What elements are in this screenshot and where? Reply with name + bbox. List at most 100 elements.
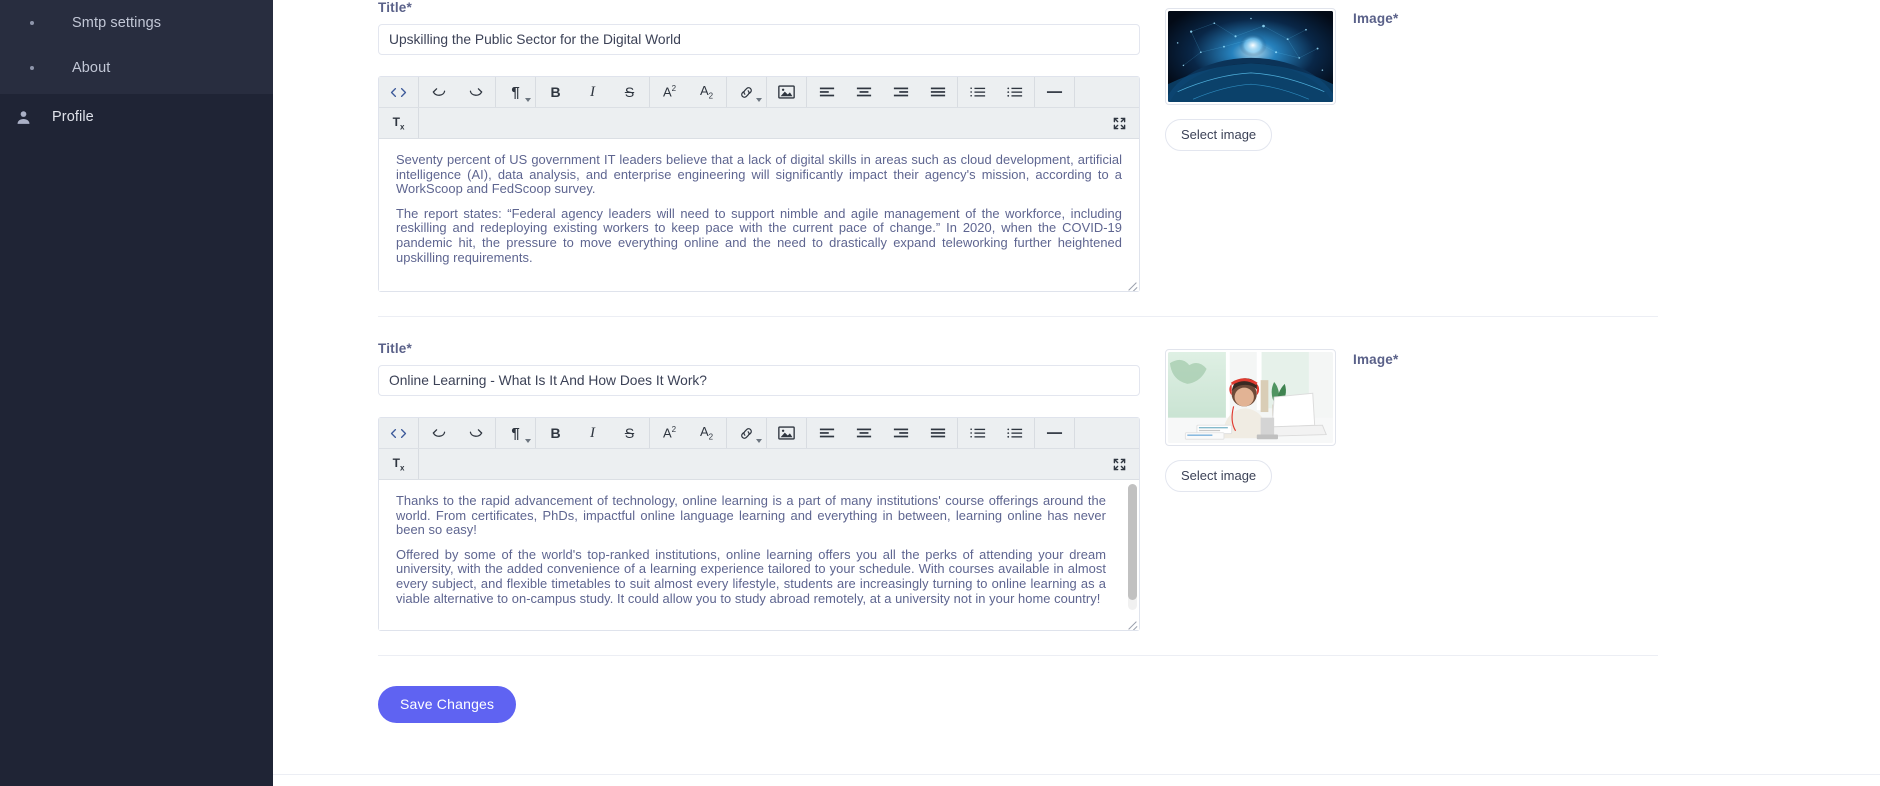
editor-paragraph: The report states: “Federal agency leade… bbox=[396, 205, 1122, 265]
undo-icon[interactable] bbox=[420, 418, 457, 448]
paragraph-format-icon[interactable]: ¶ bbox=[497, 418, 534, 448]
subscript-icon[interactable]: A2 bbox=[688, 77, 725, 107]
title-input[interactable] bbox=[378, 24, 1140, 55]
sidebar-item-label: Smtp settings bbox=[72, 14, 162, 31]
section-divider bbox=[378, 655, 1658, 656]
fullscreen-icon[interactable] bbox=[1099, 108, 1139, 138]
sidebar-item-about[interactable]: About bbox=[0, 45, 273, 90]
toolbar-group-rule bbox=[1035, 418, 1075, 448]
section-divider bbox=[378, 316, 1658, 317]
italic-icon[interactable]: I bbox=[574, 418, 611, 448]
toolbar-group-image bbox=[767, 77, 807, 107]
strikethrough-icon[interactable]: S bbox=[611, 77, 648, 107]
toolbar-group-inline-style: B I S bbox=[536, 77, 650, 107]
toolbar-group-link bbox=[727, 418, 767, 448]
rich-text-editor: ¶ B I S A2 A2 bbox=[378, 417, 1140, 631]
toolbar-group-source bbox=[379, 77, 419, 107]
align-right-icon[interactable] bbox=[882, 77, 919, 107]
bullet-dot-icon bbox=[30, 20, 34, 25]
clear-formatting-icon[interactable]: Tx bbox=[380, 449, 417, 479]
select-image-button[interactable]: Select image bbox=[1165, 460, 1273, 492]
fullscreen-icon[interactable] bbox=[1099, 449, 1139, 479]
editor-paragraph: Offered by some of the world's top-ranke… bbox=[396, 546, 1106, 606]
strikethrough-icon[interactable]: S bbox=[611, 418, 648, 448]
insert-link-icon[interactable] bbox=[728, 418, 765, 448]
align-left-icon[interactable] bbox=[808, 77, 845, 107]
bold-icon[interactable]: B bbox=[537, 77, 574, 107]
editor-content-area[interactable]: Thanks to the rapid advancement of techn… bbox=[379, 480, 1139, 630]
paragraph-format-icon[interactable]: ¶ bbox=[497, 77, 534, 107]
image-thumbnail[interactable] bbox=[1165, 8, 1336, 105]
insert-image-icon[interactable] bbox=[768, 418, 805, 448]
toolbar-group-source bbox=[379, 418, 419, 448]
insert-image-icon[interactable] bbox=[768, 77, 805, 107]
image-preview-block: Select image bbox=[1165, 8, 1341, 151]
superscript-icon[interactable]: A2 bbox=[651, 77, 688, 107]
editor-toolbar-row-1: ¶ B I S A2 A2 bbox=[379, 418, 1139, 449]
bold-icon[interactable]: B bbox=[537, 418, 574, 448]
horizontal-rule-icon[interactable] bbox=[1036, 77, 1073, 107]
image-label: Image* bbox=[1353, 352, 1399, 367]
unordered-list-icon[interactable] bbox=[996, 77, 1033, 107]
sidebar-item-profile[interactable]: Profile bbox=[0, 94, 273, 140]
editor-scrollbar[interactable] bbox=[1128, 484, 1137, 610]
editor-content-area[interactable]: Seventy percent of US government IT lead… bbox=[379, 139, 1139, 291]
redo-icon[interactable] bbox=[457, 77, 494, 107]
unordered-list-icon[interactable] bbox=[996, 418, 1033, 448]
insert-link-icon[interactable] bbox=[728, 77, 765, 107]
toolbar-group-clear: Tx bbox=[379, 108, 419, 138]
editor-scrollbar-thumb[interactable] bbox=[1128, 484, 1137, 600]
redo-icon[interactable] bbox=[457, 418, 494, 448]
align-left-icon[interactable] bbox=[808, 418, 845, 448]
sidebar-submenu: Smtp settings About bbox=[0, 0, 273, 94]
toolbar-group-inline-style: B I S bbox=[536, 418, 650, 448]
image-thumbnail[interactable] bbox=[1165, 349, 1336, 446]
ordered-list-icon[interactable] bbox=[959, 77, 996, 107]
chevron-down-icon bbox=[756, 98, 762, 102]
horizontal-rule-icon[interactable] bbox=[1036, 418, 1073, 448]
select-image-button[interactable]: Select image bbox=[1165, 119, 1273, 151]
align-justify-icon[interactable] bbox=[919, 77, 956, 107]
title-label: Title* bbox=[378, 0, 412, 15]
user-icon bbox=[10, 106, 36, 128]
main-content: Title* Upskilling the Public Sector for … bbox=[273, 0, 1880, 786]
image-thumbnail-inner bbox=[1168, 11, 1333, 102]
online-learning-image bbox=[1168, 352, 1333, 443]
toolbar-group-lists bbox=[958, 418, 1035, 448]
chevron-down-icon bbox=[525, 439, 531, 443]
image-thumbnail-inner bbox=[1168, 352, 1333, 443]
image-upload-block: Select image Image* bbox=[1165, 8, 1398, 151]
toolbar-group-script: A2 A2 bbox=[650, 77, 727, 107]
align-justify-icon[interactable] bbox=[919, 418, 956, 448]
align-center-icon[interactable] bbox=[845, 77, 882, 107]
align-right-icon[interactable] bbox=[882, 418, 919, 448]
superscript-icon[interactable]: A2 bbox=[651, 418, 688, 448]
source-code-icon[interactable] bbox=[380, 77, 417, 107]
chevron-down-icon bbox=[525, 98, 531, 102]
ordered-list-icon[interactable] bbox=[959, 418, 996, 448]
editor-toolbar-row-2: Tx bbox=[379, 449, 1139, 480]
source-code-icon[interactable] bbox=[380, 418, 417, 448]
toolbar-group-link bbox=[727, 77, 767, 107]
image-preview-block: Select image bbox=[1165, 349, 1341, 492]
sidebar-item-smtp-settings[interactable]: Smtp settings bbox=[0, 0, 273, 45]
title-input[interactable] bbox=[378, 365, 1140, 396]
sidebar-item-label: Profile bbox=[52, 109, 94, 125]
article-fields: Title* bbox=[378, 0, 1140, 292]
subscript-icon[interactable]: A2 bbox=[688, 418, 725, 448]
image-label: Image* bbox=[1353, 11, 1399, 26]
bullet-dot-icon bbox=[30, 65, 34, 70]
italic-icon[interactable]: I bbox=[574, 77, 611, 107]
title-label: Title* bbox=[378, 341, 412, 356]
editor-resize-handle[interactable] bbox=[1125, 277, 1138, 290]
undo-icon[interactable] bbox=[420, 77, 457, 107]
editor-paragraph: Thanks to the rapid advancement of techn… bbox=[396, 493, 1106, 538]
align-center-icon[interactable] bbox=[845, 418, 882, 448]
editor-resize-handle[interactable] bbox=[1125, 616, 1138, 629]
toolbar-group-clear: Tx bbox=[379, 449, 419, 479]
clear-formatting-icon[interactable]: Tx bbox=[380, 108, 417, 138]
save-changes-button[interactable]: Save Changes bbox=[378, 686, 517, 723]
sidebar-item-label: About bbox=[72, 59, 111, 76]
